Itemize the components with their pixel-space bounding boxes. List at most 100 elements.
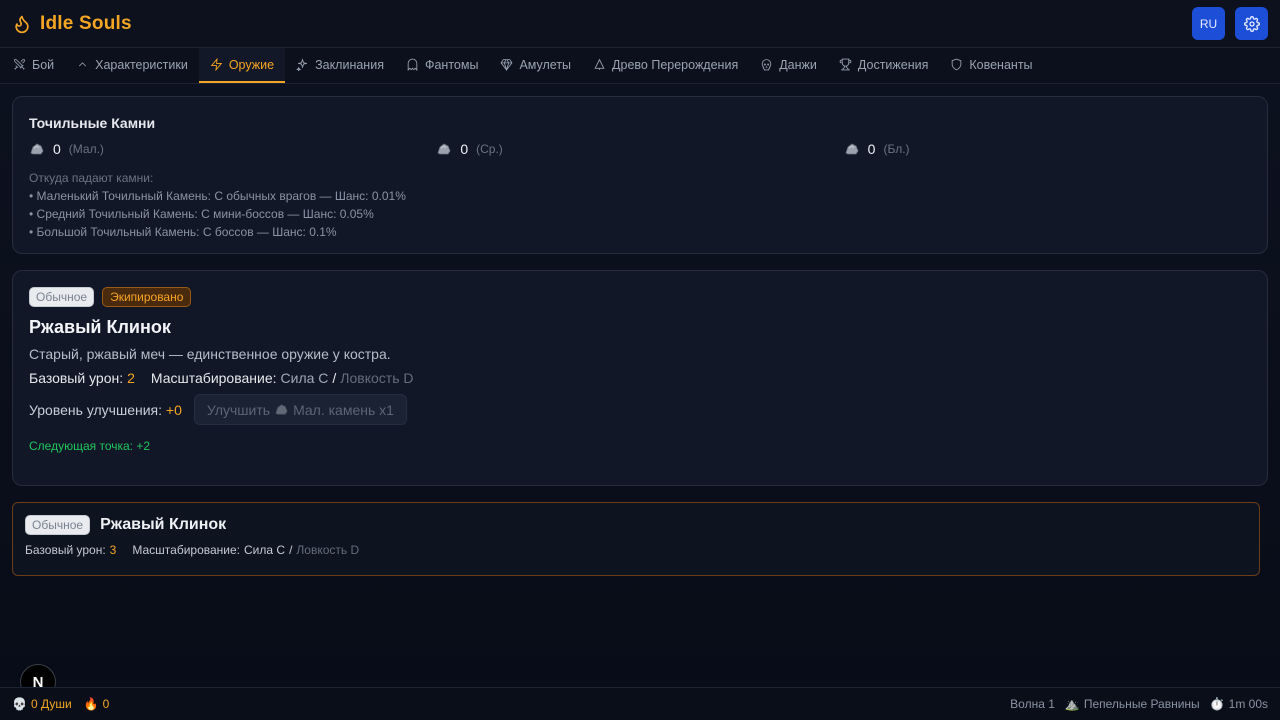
inventory-weapon-card[interactable]: Обычное Ржавый Клинок Базовый урон: 3 Ма… xyxy=(12,502,1260,576)
drop-info-line: • Средний Точильный Камень: С мини-боссо… xyxy=(29,207,374,221)
gear-icon xyxy=(1243,15,1260,32)
tab-label: Ковенанты xyxy=(969,57,1033,72)
swords-icon xyxy=(14,59,25,70)
trophy-icon xyxy=(839,58,852,71)
tab-weapons[interactable]: Оружие xyxy=(198,48,286,83)
weapon-description: Старый, ржавый меч — единственное оружие… xyxy=(29,346,391,362)
whetstone-small: 0 (Мал.) xyxy=(29,141,436,157)
scaling-dexterity: Ловкость D xyxy=(296,543,360,557)
souls-value: 0 Души xyxy=(30,697,72,711)
tab-stats[interactable]: Характеристики xyxy=(65,48,199,83)
tab-battle[interactable]: Бой xyxy=(2,48,65,83)
tab-dungeons[interactable]: Данжи xyxy=(749,48,828,83)
weapon-stats: Базовый урон: 2 Масштабирование: Сила C … xyxy=(29,370,1251,386)
drop-info-title: Откуда падают камни: xyxy=(29,171,154,185)
whetstone-size: (Мал.) xyxy=(68,142,104,156)
scaling-strength: Сила C xyxy=(280,370,329,386)
upgrade-level-label: Уровень улучшения: +0 xyxy=(29,402,182,418)
base-damage-value: 2 xyxy=(127,370,135,386)
tab-amulets[interactable]: Амулеты xyxy=(489,48,582,83)
currency-display: 💀 0 Души 🔥 0 xyxy=(12,697,109,711)
scaling-label: Масштабирование: xyxy=(150,370,277,386)
scaling-dexterity: Ловкость D xyxy=(340,370,414,386)
whetstone-size: (Бл.) xyxy=(883,142,910,156)
equipped-badge: Экипировано xyxy=(102,287,192,307)
inventory-weapon-header: Обычное Ржавый Клинок xyxy=(25,515,1247,535)
scaling-separator: / xyxy=(332,370,337,386)
sparkles-icon xyxy=(296,58,307,71)
skull-icon xyxy=(761,59,772,71)
stopwatch-icon: ⏱️ xyxy=(1209,697,1225,711)
gem-icon xyxy=(501,59,513,71)
scaling-strength: Сила C xyxy=(244,543,286,557)
whetstones-title: Точильные Камни xyxy=(29,115,156,131)
chevron-up-icon xyxy=(79,62,87,67)
tab-label: Древо Перерождения xyxy=(612,57,739,72)
tab-label: Фантомы xyxy=(424,57,479,72)
tab-phantoms[interactable]: Фантомы xyxy=(395,48,489,83)
tab-spells[interactable]: Заклинания xyxy=(285,48,395,83)
shield-icon xyxy=(952,58,962,71)
app-title: Idle Souls xyxy=(40,12,132,34)
tree-icon xyxy=(594,58,605,70)
upgrade-level-value: +0 xyxy=(165,401,182,418)
rarity-badge: Обычное xyxy=(25,515,91,535)
tab-label: Амулеты xyxy=(519,57,572,72)
equipped-weapon-panel: Обычное Экипировано Ржавый Клинок Старый… xyxy=(12,270,1268,486)
whetstones-panel: Точильные Камни 0 (Мал.) 0 (Ср.) 0 (Бл.)… xyxy=(12,96,1268,254)
base-damage-label: Базовый урон: xyxy=(25,543,106,557)
whetstone-medium: 0 (Ср.) xyxy=(436,141,843,157)
souls-counter: 💀 0 Души xyxy=(12,697,72,711)
tab-label: Бой xyxy=(32,57,55,72)
whetstone-count: 0 xyxy=(53,141,61,157)
whetstone-counts: 0 (Мал.) 0 (Ср.) 0 (Бл.) xyxy=(29,141,1251,157)
stat-spacer xyxy=(120,543,128,557)
base-damage-label: Базовый урон: xyxy=(29,370,124,386)
lightning-icon xyxy=(210,58,223,71)
tab-achievements[interactable]: Достижения xyxy=(828,48,939,83)
tab-label: Характеристики xyxy=(95,57,188,72)
tab-covenants[interactable]: Ковенанты xyxy=(939,48,1043,83)
wave-indicator: Волна 1 xyxy=(1010,697,1055,711)
rarity-badge: Обычное xyxy=(29,287,95,307)
base-damage-value: 3 xyxy=(109,543,117,557)
tab-label: Заклинания xyxy=(315,57,384,72)
timer: ⏱️ 1m 00s xyxy=(1210,697,1268,711)
inventory-weapon-stats: Базовый урон: 3 Масштабирование: Сила C … xyxy=(25,543,1247,557)
settings-button[interactable] xyxy=(1235,7,1268,40)
whetstone-size: (Ср.) xyxy=(476,142,503,156)
tab-label: Данжи xyxy=(779,57,817,72)
upgrade-button-cost: Мал. камень x1 xyxy=(293,401,394,418)
rock-icon xyxy=(275,404,288,415)
rock-icon xyxy=(30,143,44,155)
embers-counter: 🔥 0 xyxy=(84,697,110,711)
ghost-icon xyxy=(407,58,418,71)
language-button[interactable]: RU xyxy=(1192,7,1225,40)
status-bar: 💀 0 Души 🔥 0 Волна 1 ⛰️ Пепельные Равнин… xyxy=(0,687,1280,720)
run-info: Волна 1 ⛰️ Пепельные Равнины ⏱️ 1m 00s xyxy=(1010,697,1268,711)
app-header: Idle Souls RU xyxy=(0,0,1280,48)
brand: Idle Souls xyxy=(12,13,132,35)
upgrade-button-label: Улучшить xyxy=(206,401,271,418)
rock-icon xyxy=(845,143,859,155)
tab-rebirth-tree[interactable]: Древо Перерождения xyxy=(582,48,749,83)
upgrade-button[interactable]: Улучшить Мал. камень x1 xyxy=(193,394,407,425)
drop-info: Откуда падают камни: • Маленький Точильн… xyxy=(29,169,1251,241)
whetstone-count: 0 xyxy=(867,141,876,157)
rock-icon xyxy=(437,143,451,155)
whetstone-count: 0 xyxy=(460,141,469,157)
scaling-separator: / xyxy=(289,543,293,557)
drop-info-line: • Большой Точильный Камень: С боссов — Ш… xyxy=(29,225,337,239)
tab-label: Оружие xyxy=(228,57,275,72)
weapon-name: Ржавый Клинок xyxy=(29,317,171,337)
fire-icon: 🔥 xyxy=(83,697,99,711)
flame-icon xyxy=(15,15,29,33)
scaling-label: Масштабирование: xyxy=(132,543,241,557)
weapon-badges: Обычное Экипировано xyxy=(29,287,1251,307)
embers-value: 0 xyxy=(102,697,110,711)
drop-info-line: • Маленький Точильный Камень: С обычных … xyxy=(29,189,406,203)
location-value: Пепельные Равнины xyxy=(1083,697,1200,711)
whetstone-large: 0 (Бл.) xyxy=(844,141,1251,157)
upgrade-row: Уровень улучшения: +0 Улучшить Мал. каме… xyxy=(29,394,1251,425)
next-point: Следующая точка: +2 xyxy=(29,439,151,453)
